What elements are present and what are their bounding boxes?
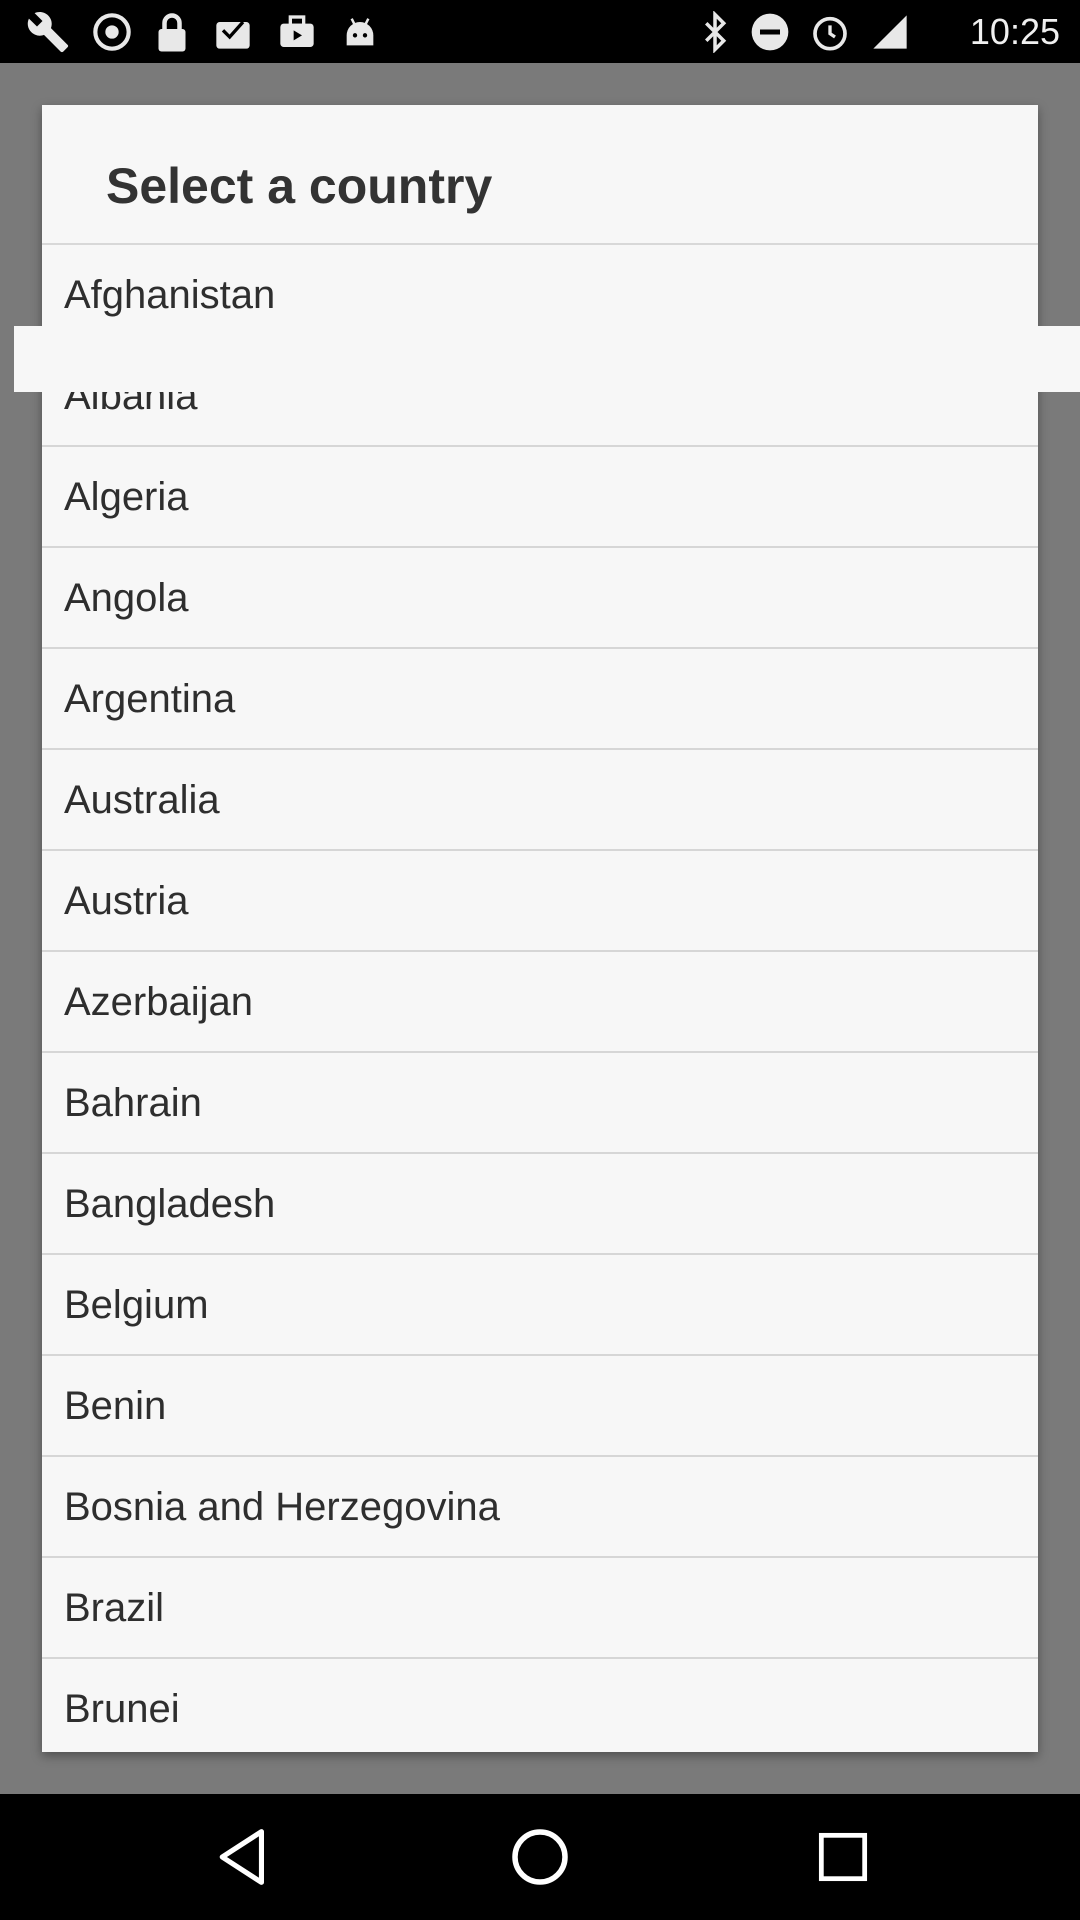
recents-icon[interactable] <box>810 1824 876 1890</box>
status-clock: 10:25 <box>969 11 1060 52</box>
system-icons <box>700 10 910 54</box>
country-list-item[interactable]: Algeria <box>42 447 1038 548</box>
country-label: Bosnia and Herzegovina <box>64 1485 500 1529</box>
country-list-item[interactable]: Bosnia and Herzegovina <box>42 1457 1038 1558</box>
signal-icon <box>870 12 910 52</box>
android-icon <box>340 12 380 52</box>
country-label: Australia <box>64 778 220 822</box>
notification-icons <box>26 10 380 54</box>
briefcase-icon <box>276 12 318 52</box>
country-label: Algeria <box>64 475 189 519</box>
country-list-item[interactable]: Australia <box>42 750 1038 851</box>
inbox-icon <box>212 12 254 52</box>
country-list-item[interactable]: Angola <box>42 548 1038 649</box>
country-label: Azerbaijan <box>64 980 254 1024</box>
status-bar: 10:25 <box>0 0 1080 63</box>
country-label: Afghanistan <box>64 273 276 317</box>
back-icon[interactable] <box>210 1824 276 1890</box>
country-label: Bangladesh <box>64 1182 276 1226</box>
country-label: Austria <box>64 879 189 923</box>
navigation-bar <box>0 1794 1080 1920</box>
do-not-disturb-icon <box>750 12 790 52</box>
country-label: Brunei <box>64 1687 180 1731</box>
wrench-icon <box>26 10 70 54</box>
country-list-item[interactable]: Belgium <box>42 1255 1038 1356</box>
scroll-overlay-strip <box>14 326 1080 392</box>
country-list-item[interactable]: Austria <box>42 851 1038 952</box>
country-list-item[interactable]: Benin <box>42 1356 1038 1457</box>
country-label: Angola <box>64 576 189 620</box>
country-list[interactable]: Afghanistan Albania Algeria Angola Argentina… <box>42 245 1038 1752</box>
country-label: Brazil <box>64 1586 165 1630</box>
country-list-item[interactable]: Azerbaijan <box>42 952 1038 1053</box>
country-list-item[interactable]: Brunei <box>42 1659 1038 1752</box>
home-icon[interactable] <box>507 1824 573 1890</box>
country-label: Argentina <box>64 677 236 721</box>
country-list-item[interactable]: Argentina <box>42 649 1038 750</box>
bluetooth-icon <box>700 11 730 53</box>
country-list-item[interactable]: Brazil <box>42 1558 1038 1659</box>
country-list-item[interactable]: Bahrain <box>42 1053 1038 1154</box>
dialog-title: Select a country <box>106 158 493 214</box>
lock-icon <box>154 11 190 53</box>
sync-icon <box>92 12 132 52</box>
country-label: Belgium <box>64 1283 209 1327</box>
country-list-item[interactable]: Bangladesh <box>42 1154 1038 1255</box>
alarm-icon <box>810 12 850 52</box>
country-label: Benin <box>64 1384 167 1428</box>
country-label: Bahrain <box>64 1081 202 1125</box>
